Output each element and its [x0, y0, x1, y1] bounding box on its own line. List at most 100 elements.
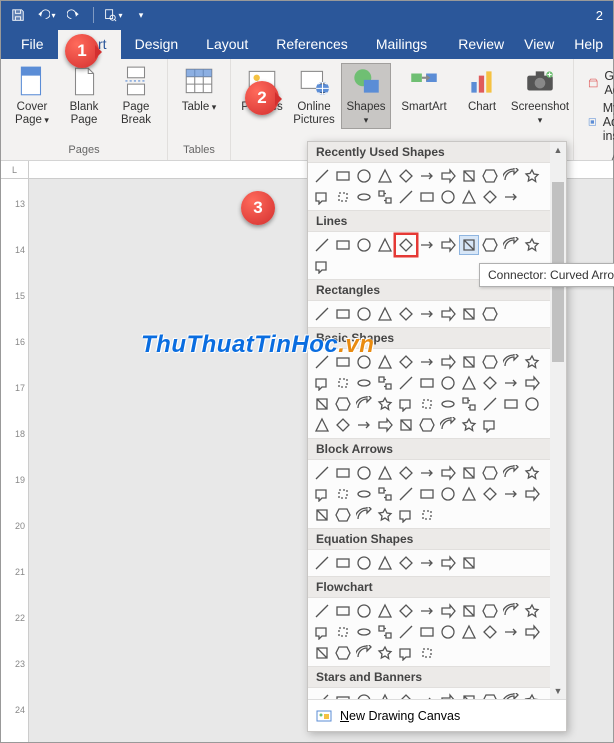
shape-item[interactable]: [354, 691, 374, 699]
shape-item[interactable]: [438, 166, 458, 186]
shape-item[interactable]: [396, 166, 416, 186]
new-drawing-canvas-button[interactable]: New Drawing Canvas: [308, 699, 566, 731]
shape-item[interactable]: [522, 235, 542, 255]
shape-item[interactable]: [396, 553, 416, 573]
shape-item[interactable]: [333, 691, 353, 699]
shape-item[interactable]: [438, 187, 458, 207]
shape-item[interactable]: [312, 187, 332, 207]
shape-item[interactable]: [501, 166, 521, 186]
get-addins-button[interactable]: Get Add-ins: [588, 69, 614, 97]
shape-item[interactable]: [417, 166, 437, 186]
shape-item[interactable]: [396, 415, 416, 435]
tab-design[interactable]: Design: [121, 30, 193, 59]
shape-item[interactable]: [375, 601, 395, 621]
shape-item[interactable]: [354, 463, 374, 483]
shape-item[interactable]: [333, 187, 353, 207]
shape-item[interactable]: [396, 484, 416, 504]
tab-review[interactable]: Review: [448, 30, 514, 59]
shape-item[interactable]: [396, 394, 416, 414]
shape-item[interactable]: [396, 622, 416, 642]
shape-item[interactable]: [459, 373, 479, 393]
shape-item[interactable]: [354, 304, 374, 324]
shape-item[interactable]: [522, 691, 542, 699]
shapes-button[interactable]: Shapes: [341, 63, 391, 129]
shape-item[interactable]: [396, 601, 416, 621]
shape-item[interactable]: [333, 601, 353, 621]
shape-item[interactable]: [396, 691, 416, 699]
shape-item[interactable]: [459, 352, 479, 372]
shape-item[interactable]: [417, 373, 437, 393]
undo-icon[interactable]: ▾: [35, 4, 57, 26]
shape-item[interactable]: [375, 166, 395, 186]
shape-item[interactable]: [333, 505, 353, 525]
shape-item[interactable]: [396, 373, 416, 393]
shape-item[interactable]: [312, 235, 332, 255]
shape-item[interactable]: [312, 394, 332, 414]
shape-item[interactable]: [375, 484, 395, 504]
shape-item[interactable]: [480, 691, 500, 699]
shape-item[interactable]: [417, 505, 437, 525]
shape-item[interactable]: [438, 352, 458, 372]
save-icon[interactable]: [7, 4, 29, 26]
shape-item[interactable]: [438, 415, 458, 435]
redo-icon[interactable]: [63, 4, 85, 26]
shape-item[interactable]: [501, 622, 521, 642]
shape-item[interactable]: [438, 304, 458, 324]
shape-item[interactable]: [375, 691, 395, 699]
online-pictures-button[interactable]: Online Pictures: [289, 63, 339, 129]
shape-item[interactable]: [438, 373, 458, 393]
shape-item[interactable]: [354, 166, 374, 186]
shape-item[interactable]: [417, 463, 437, 483]
shape-item[interactable]: [396, 235, 416, 255]
shape-item[interactable]: [312, 622, 332, 642]
shape-item[interactable]: [480, 373, 500, 393]
shape-item[interactable]: [459, 304, 479, 324]
shape-item[interactable]: [375, 373, 395, 393]
shape-item[interactable]: [375, 553, 395, 573]
tab-mailings[interactable]: Mailings: [362, 30, 441, 59]
shape-item[interactable]: [417, 643, 437, 663]
shape-item[interactable]: [501, 463, 521, 483]
shape-item[interactable]: [375, 394, 395, 414]
shape-item[interactable]: [522, 166, 542, 186]
shape-item[interactable]: [417, 601, 437, 621]
shape-item[interactable]: [396, 304, 416, 324]
shape-item[interactable]: [396, 187, 416, 207]
shape-item[interactable]: [459, 415, 479, 435]
shape-item[interactable]: [417, 691, 437, 699]
shape-item[interactable]: [480, 394, 500, 414]
shape-item[interactable]: [417, 352, 437, 372]
vertical-ruler[interactable]: 131415161718192021222324: [1, 179, 29, 742]
shape-item[interactable]: [312, 415, 332, 435]
shape-item[interactable]: [417, 622, 437, 642]
print-preview-icon[interactable]: ▾: [102, 4, 124, 26]
shape-item[interactable]: [375, 352, 395, 372]
shape-item[interactable]: [375, 415, 395, 435]
cover-page-button[interactable]: Cover Page: [7, 63, 57, 129]
shape-item[interactable]: [417, 304, 437, 324]
shape-item[interactable]: [312, 256, 332, 276]
my-addins-button[interactable]: My Add-ins ▾: [588, 101, 614, 143]
tab-view[interactable]: View: [514, 30, 564, 59]
shape-item[interactable]: [438, 691, 458, 699]
gallery-scrollbar[interactable]: ▲ ▼: [550, 142, 566, 699]
shape-item[interactable]: [438, 601, 458, 621]
shape-item[interactable]: [438, 394, 458, 414]
shape-item[interactable]: [459, 394, 479, 414]
shape-item[interactable]: [480, 601, 500, 621]
shape-item[interactable]: [375, 304, 395, 324]
shape-item[interactable]: [354, 622, 374, 642]
shape-item[interactable]: [375, 235, 395, 255]
blank-page-button[interactable]: Blank Page: [59, 63, 109, 129]
shape-item[interactable]: [522, 463, 542, 483]
shape-item[interactable]: [438, 484, 458, 504]
shape-item[interactable]: [354, 415, 374, 435]
shape-item[interactable]: [417, 394, 437, 414]
shape-item[interactable]: [333, 415, 353, 435]
shape-item[interactable]: [501, 394, 521, 414]
shape-item[interactable]: [312, 166, 332, 186]
shape-item[interactable]: [396, 505, 416, 525]
shape-item[interactable]: [333, 235, 353, 255]
shape-item[interactable]: [333, 553, 353, 573]
shape-item[interactable]: [333, 166, 353, 186]
